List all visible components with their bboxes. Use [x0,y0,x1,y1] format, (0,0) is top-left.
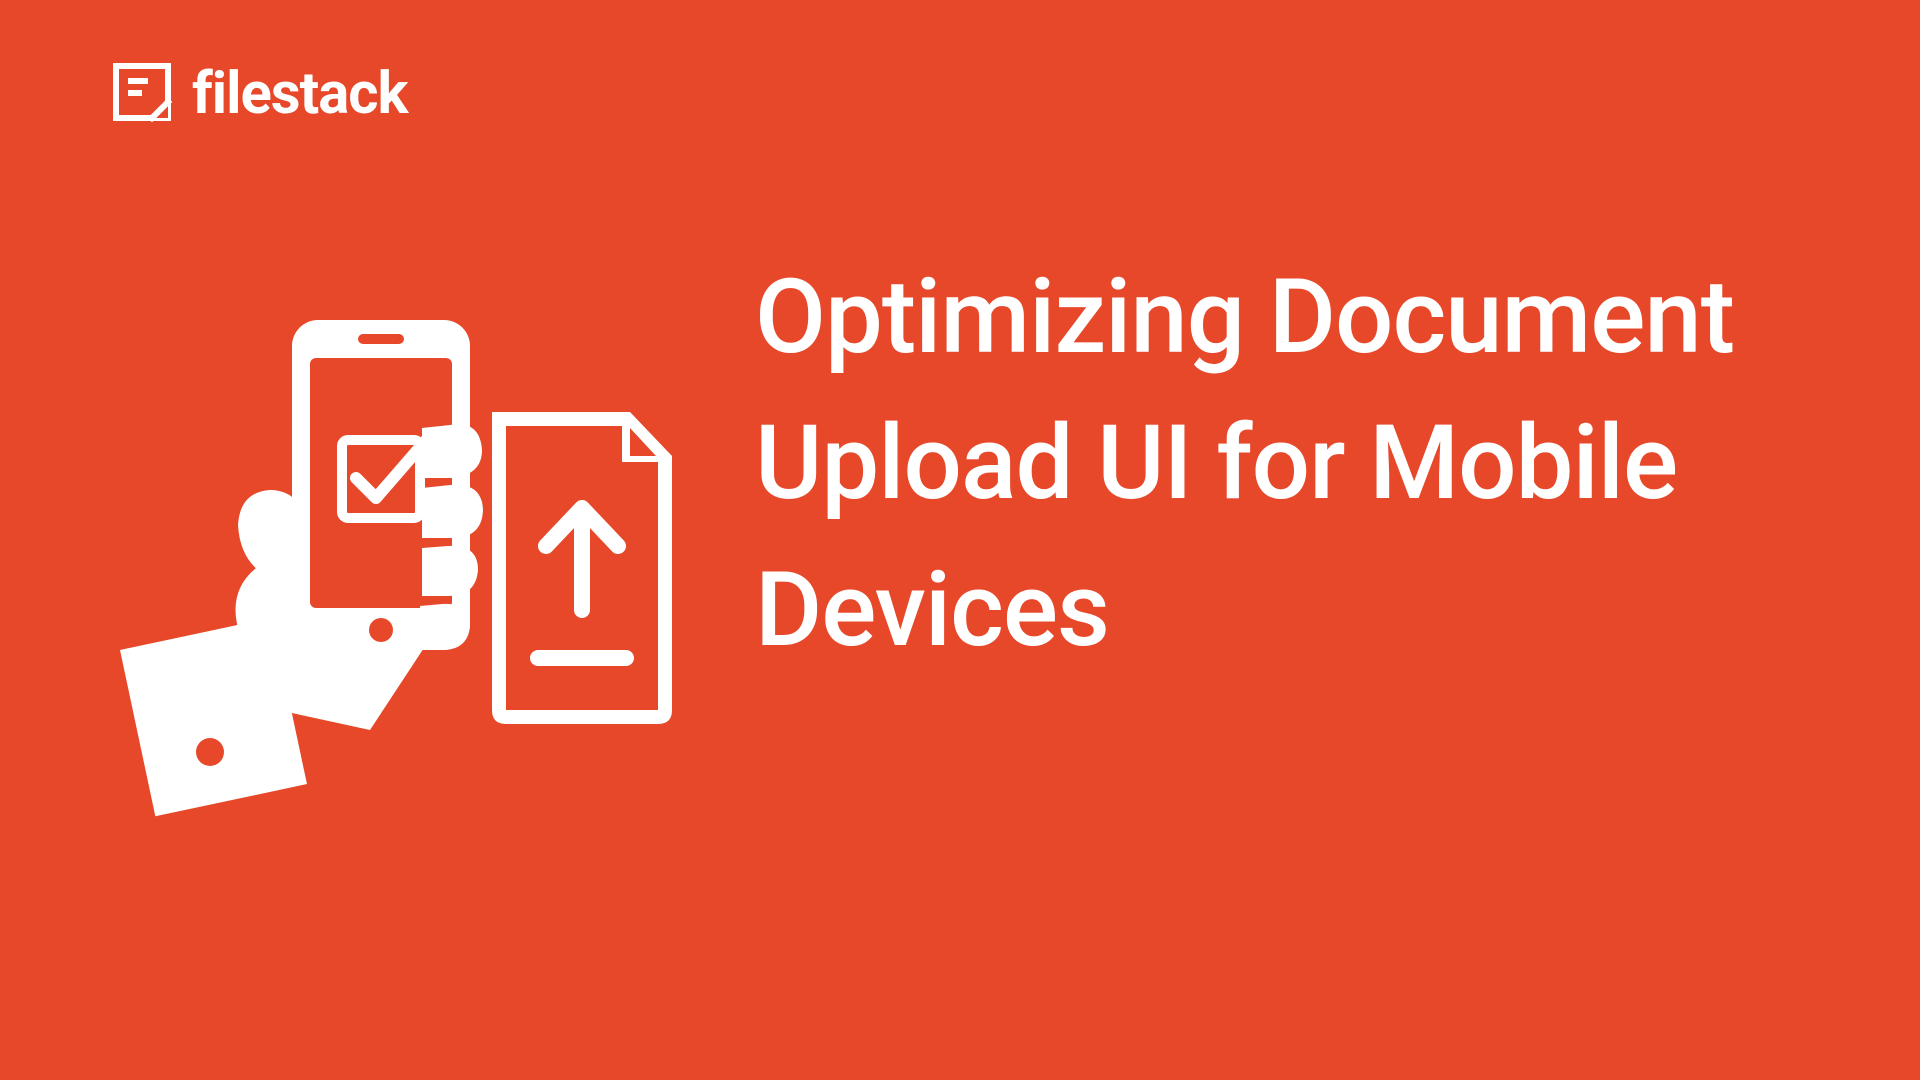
filestack-logo-icon [110,60,174,128]
brand-name: filestack [192,60,407,128]
fingers-icon [420,424,483,650]
hero-illustration [120,310,680,830]
page-headline: Optimizing Document Upload UI for Mobile… [755,245,1840,684]
phone-icon [292,320,470,650]
brand-logo: filestack [110,60,407,128]
upload-document-icon [492,412,672,724]
